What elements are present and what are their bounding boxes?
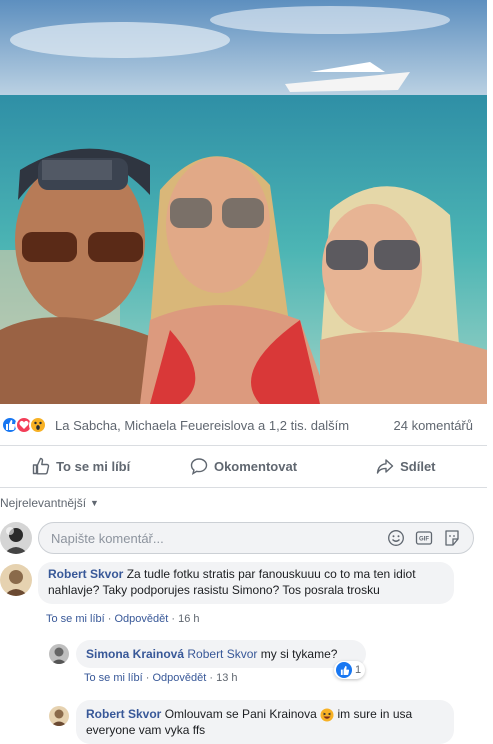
gif-icon[interactable]: GIF [415,529,433,550]
comment-meta: To se mi líbí · Odpovědět · 16 h [46,613,200,625]
comment-like-link[interactable]: To se mi líbí [46,613,105,625]
comment-bubble: Robert Skvor Za tudle fotku stratis par … [38,562,454,604]
comment-reply-link[interactable]: Odpovědět [114,613,168,625]
reply-item: Robert Skvor Omlouvam se Pani Krainova i… [0,700,487,744]
reaction-count: 1 [355,664,362,676]
comment-meta: To se mi líbí · Odpovědět · 13 h [84,672,238,684]
like-button[interactable]: To se mi líbí [0,446,162,486]
comment-like-link[interactable]: To se mi líbí [84,672,143,684]
comment-author[interactable]: Robert Skvor [86,707,161,721]
like-button-label: To se mi líbí [56,458,131,474]
avatar[interactable] [0,564,32,596]
comment-time[interactable]: 16 h [178,613,199,625]
caret-down-icon: ▼ [90,498,99,508]
comment-icon [190,458,208,475]
avatar[interactable] [0,522,32,554]
share-icon [376,459,394,474]
svg-text:GIF: GIF [419,537,429,543]
comment-button[interactable]: Okomentovat [162,446,324,486]
reactions-summary[interactable]: La Sabcha, Michaela Feuereislova a 1,2 t… [0,414,487,436]
comment-sort-dropdown[interactable]: Nejrelevantnější ▼ [0,496,99,510]
comment-author[interactable]: Robert Skvor [48,567,123,581]
laughing-emoji-icon [320,708,334,722]
share-button-label: Sdílet [400,458,436,474]
comment-input-placeholder: Napište komentář... [51,530,164,546]
emoji-icon[interactable] [387,529,405,550]
post-actions: To se mi líbí Okomentovat Sdílet [0,446,487,486]
comment-composer: Napište komentář... GIF [0,520,487,556]
comment-mention[interactable]: Robert Skvor [187,647,257,661]
comment-item: Robert Skvor Za tudle fotku stratis par … [0,562,487,630]
share-button[interactable]: Sdílet [325,446,487,486]
sort-label: Nejrelevantnější [0,496,87,510]
comment-reaction-badge[interactable]: 1 [334,661,366,679]
sticker-icon[interactable] [443,529,461,550]
comment-author[interactable]: Simona Krainová [86,647,184,661]
like-icon [336,662,352,678]
comment-bubble: Simona Krainová Robert Skvor my si tykam… [76,640,366,668]
comment-text: Omlouvam se Pani Krainova [164,707,317,721]
comment-count[interactable]: 24 komentářů [394,418,474,433]
avatar[interactable] [49,706,69,726]
reaction-icons[interactable] [1,416,47,434]
comment-button-label: Okomentovat [213,458,298,474]
comment-text: my si tykame? [260,647,338,661]
thumbs-up-icon [32,457,50,475]
comment-input[interactable]: Napište komentář... GIF [38,522,474,554]
avatar[interactable] [49,644,69,664]
reaction-names[interactable]: La Sabcha, Michaela Feuereislova a 1,2 t… [55,418,349,433]
wow-icon [29,416,47,434]
divider [0,487,487,488]
comment-reply-link[interactable]: Odpovědět [152,672,206,684]
comment-bubble: Robert Skvor Omlouvam se Pani Krainova i… [76,700,454,744]
comment-time[interactable]: 13 h [216,672,237,684]
reply-item: Simona Krainová Robert Skvor my si tykam… [0,640,487,690]
post-photo[interactable] [0,0,487,404]
